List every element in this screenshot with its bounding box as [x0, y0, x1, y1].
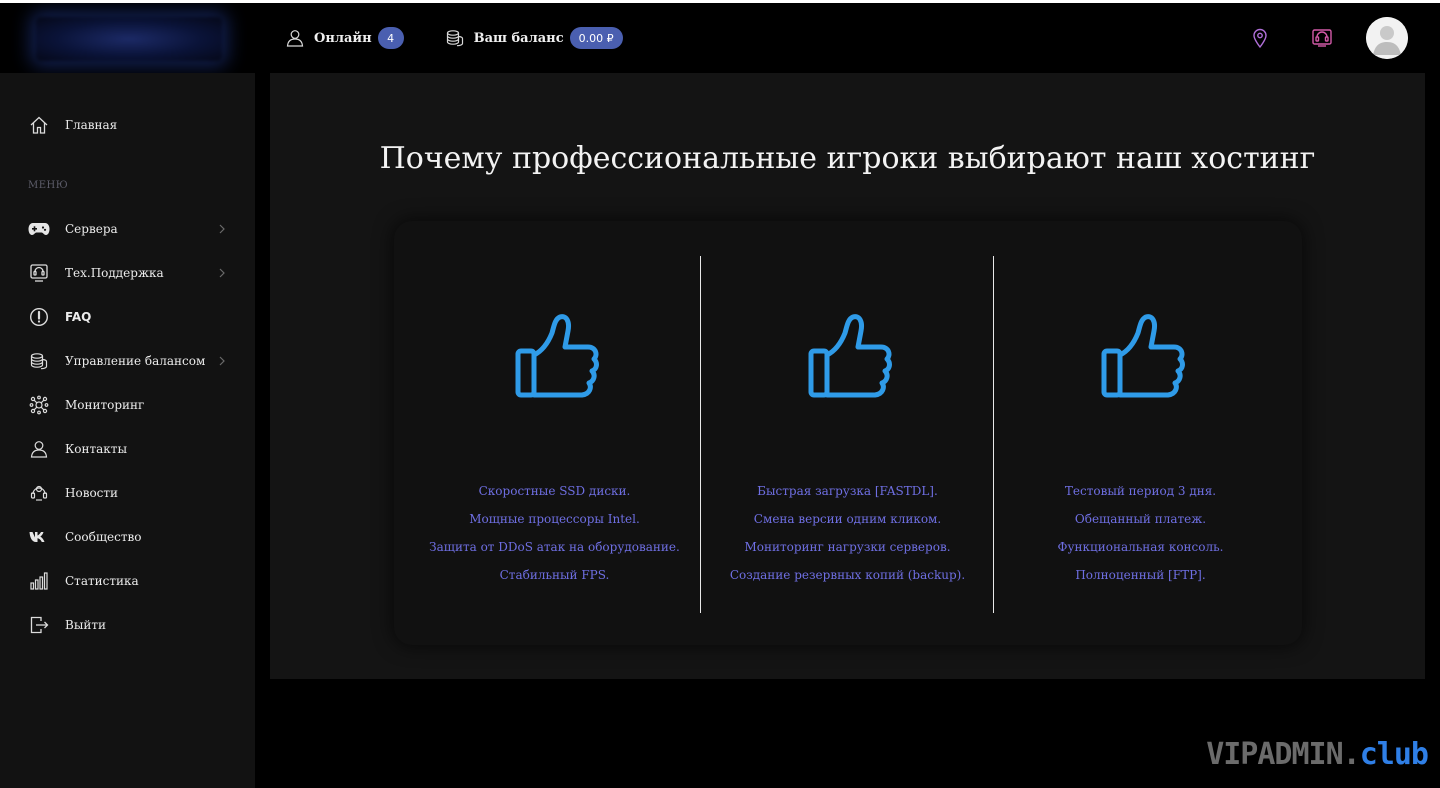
- chevron-right-icon: [219, 224, 225, 234]
- users-icon: [284, 27, 306, 49]
- sidebar-item-label: Статистика: [65, 574, 139, 588]
- menu-section-title: МЕНЮ: [28, 180, 69, 191]
- sidebar-item-news[interactable]: Новости: [0, 478, 255, 508]
- sidebar-item-label: Новости: [65, 486, 119, 500]
- online-label: Онлайн: [314, 30, 372, 46]
- sidebar-item-label: Тех.Поддержка: [65, 266, 164, 280]
- sidebar-item-home[interactable]: Главная: [0, 110, 255, 140]
- feature-line: Мощные процессоры Intel.: [469, 512, 640, 526]
- chevron-right-icon: [219, 268, 225, 278]
- features-card: Скоростные SSD диски. Мощные процессоры …: [394, 221, 1302, 645]
- feature-line: Скоростные SSD диски.: [478, 484, 631, 498]
- sidebar-item-monitoring[interactable]: Мониторинг: [0, 390, 255, 420]
- balance-indicator[interactable]: Ваш баланс 0.00 ₽: [444, 27, 623, 49]
- sidebar-item-label: Главная: [65, 118, 118, 132]
- exclamation-circle-icon: [28, 306, 50, 328]
- main-panel: Почему профессиональные игроки выбирают …: [270, 73, 1425, 679]
- thumbs-up-icon: [1101, 314, 1185, 398]
- sidebar-item-balance[interactable]: Управление балансом: [0, 346, 255, 376]
- feature-line: Тестовый период 3 дня.: [1064, 484, 1217, 498]
- sidebar-item-label: FAQ: [65, 310, 92, 324]
- feature-line: Мониторинг нагрузки серверов.: [744, 540, 951, 554]
- logo-image: [36, 17, 222, 61]
- feature-line: Быстрая загрузка [FASTDL].: [757, 484, 938, 498]
- watermark-part: club: [1359, 737, 1429, 772]
- feature-line: Обещанный платеж.: [1074, 512, 1207, 526]
- sidebar-item-label: Сообщество: [65, 530, 142, 544]
- home-icon: [28, 114, 50, 136]
- thumbs-up-icon: [808, 314, 892, 398]
- thumbs-up-icon: [515, 314, 599, 398]
- monitoring-icon: [28, 394, 50, 416]
- coins-icon: [28, 350, 50, 372]
- news-icon: [28, 482, 50, 504]
- gamepad-icon: [28, 218, 50, 240]
- sidebar-item-community[interactable]: Сообщество: [0, 522, 255, 552]
- feature-line: Создание резервных копий (backup).: [729, 568, 966, 582]
- sidebar-item-statistics[interactable]: Статистика: [0, 566, 255, 596]
- support-monitor-icon: [28, 262, 50, 284]
- feature-line: Защита от DDoS атак на оборудование.: [429, 540, 680, 554]
- watermark-part: VIPADMIN.: [1206, 737, 1361, 772]
- sidebar-item-contacts[interactable]: Контакты: [0, 434, 255, 464]
- balance-value-badge: 0.00 ₽: [569, 27, 623, 49]
- online-count-badge: 4: [377, 27, 404, 49]
- chevron-right-icon: [219, 356, 225, 366]
- feature-line: Функциональная консоль.: [1057, 540, 1224, 554]
- location-pin-icon[interactable]: [1248, 26, 1272, 50]
- coins-icon: [444, 27, 466, 49]
- page-title: Почему профессиональные игроки выбирают …: [379, 141, 1316, 176]
- sidebar-item-label: Контакты: [65, 442, 127, 456]
- sidebar-item-support[interactable]: Тех.Поддержка: [0, 258, 255, 288]
- support-monitor-icon[interactable]: [1310, 26, 1334, 50]
- sidebar-item-label: Выйти: [65, 618, 107, 632]
- online-indicator: Онлайн 4: [284, 27, 404, 49]
- sidebar-item-faq[interactable]: FAQ: [0, 302, 255, 332]
- vk-icon: [28, 526, 50, 548]
- sidebar-item-logout[interactable]: Выйти: [0, 610, 255, 640]
- bar-chart-icon: [28, 570, 50, 592]
- sidebar-item-label: Сервера: [65, 222, 118, 236]
- user-avatar[interactable]: [1366, 17, 1408, 59]
- watermark: VIPADMIN.club: [1206, 737, 1429, 772]
- logout-icon: [28, 614, 50, 636]
- sidebar-item-label: Управление балансом: [65, 354, 206, 368]
- feature-column: Скоростные SSD диски. Мощные процессоры …: [408, 221, 701, 645]
- feature-line: Стабильный FPS.: [499, 568, 610, 582]
- feature-line: Смена версии одним кликом.: [753, 512, 942, 526]
- logo[interactable]: [0, 3, 255, 73]
- balance-label: Ваш баланс: [473, 30, 564, 46]
- feature-line: Полноценный [FTP].: [1075, 568, 1206, 582]
- header: Онлайн 4 Ваш баланс 0.00 ₽: [0, 3, 1440, 73]
- contacts-icon: [28, 438, 50, 460]
- sidebar-item-label: Мониторинг: [65, 398, 145, 412]
- feature-column: Быстрая загрузка [FASTDL]. Смена версии …: [701, 221, 994, 645]
- sidebar: Главная МЕНЮ Сервера Тех.Поддержка FAQ У…: [0, 73, 255, 788]
- sidebar-item-servers[interactable]: Сервера: [0, 214, 255, 244]
- feature-column: Тестовый период 3 дня. Обещанный платеж.…: [994, 221, 1287, 645]
